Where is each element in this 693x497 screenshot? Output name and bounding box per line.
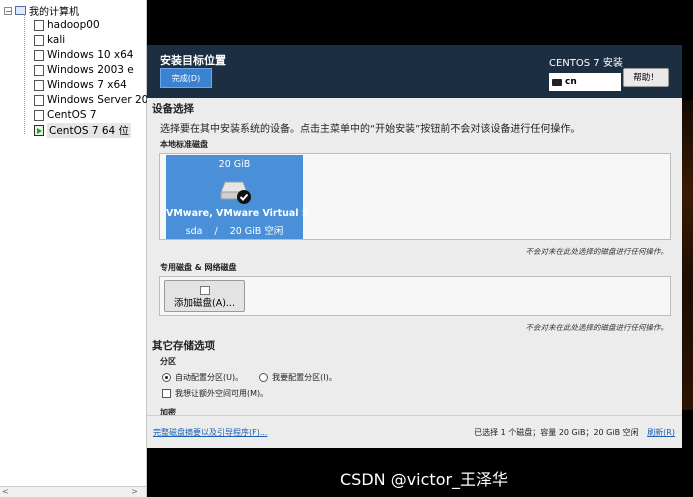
disk-device: sda (185, 226, 203, 237)
vm-icon (34, 34, 44, 46)
product-title: CENTOS 7 安装 (549, 58, 623, 69)
keyboard-layout-label: cn (565, 77, 577, 87)
local-disks-label: 本地标准磁盘 (160, 140, 208, 149)
auto-partition-label[interactable]: 自动配置分区(U)。 (175, 372, 243, 383)
scroll-right-icon[interactable]: > (131, 487, 138, 496)
disk-info: sda / 20 GiB 空闲 (166, 223, 303, 237)
vm-item-label: Windows 2003 e (47, 64, 134, 76)
other-storage-heading: 其它存储选项 (152, 340, 215, 352)
hard-disk-icon (220, 181, 251, 204)
vm-icon (34, 49, 44, 61)
special-disks-panel: 添加磁盘(A)... (159, 276, 671, 316)
disk-add-icon (199, 286, 210, 295)
vm-icon (34, 94, 44, 106)
scroll-left-icon[interactable]: < (2, 487, 9, 496)
disk-size: 20 GiB (218, 159, 251, 170)
horizontal-scrollbar[interactable]: < > (0, 486, 146, 497)
vm-running-icon (34, 124, 44, 136)
vm-icon (34, 79, 44, 91)
auto-partition-radio[interactable] (162, 373, 171, 382)
vm-item-centos7-64[interactable]: CentOS 7 64 位 (34, 122, 132, 138)
vm-item-label: Windows 10 x64 (47, 49, 134, 61)
vm-icon (34, 109, 44, 121)
desktop-background-edge (682, 100, 693, 410)
manual-partition-label[interactable]: 我要配置分区(I)。 (272, 372, 337, 383)
disk-name: VMware, VMware Virtual S (166, 208, 309, 219)
local-disks-panel: 20 GiB VMware, VMware Virtual S sda / 20… (159, 153, 671, 240)
add-disk-label: 添加磁盘(A)... (174, 298, 235, 309)
collapse-icon[interactable]: − (4, 6, 12, 15)
vm-item-label: Windows 7 x64 (47, 79, 127, 91)
vm-library-panel: − 我的计算机 hadoop00 kali Windows 10 x64 Win… (0, 0, 148, 497)
tree-root[interactable]: − 我的计算机 (4, 3, 79, 18)
page-title: 安装目标位置 (160, 54, 226, 67)
vm-item-windows10[interactable]: Windows 10 x64 (34, 48, 133, 62)
special-disks-hint: 不会对未在此处选择的磁盘进行任何操作。 (525, 323, 669, 332)
special-disks-label: 专用磁盘 & 网络磁盘 (160, 263, 237, 272)
tree-root-label: 我的计算机 (29, 7, 79, 18)
vm-item-windows2003[interactable]: Windows 2003 e (34, 63, 134, 77)
add-disk-button[interactable]: 添加磁盘(A)... (164, 280, 245, 312)
vm-item-label: hadoop00 (47, 19, 100, 31)
extra-space-checkbox[interactable] (162, 389, 171, 398)
encryption-label: 加密 (160, 408, 176, 415)
partition-options: 自动配置分区(U)。 我要配置分区(I)。 (162, 372, 337, 383)
device-selection-description: 选择要在其中安装系统的设备。点击主菜单中的“开始安装”按钮前不会对该设备进行任何… (160, 124, 581, 135)
vm-item-centos7[interactable]: CentOS 7 (34, 108, 97, 122)
disk-free: 20 GiB 空闲 (229, 226, 284, 237)
manual-partition-radio[interactable] (259, 373, 269, 382)
keyboard-layout-indicator[interactable]: cn (549, 73, 621, 91)
disk-status: 已选择 1 个磁盘；容量 20 GiB；20 GiB 空闲 刷新(R) (474, 427, 675, 438)
disk-status-text: 已选择 1 个磁盘；容量 20 GiB；20 GiB 空闲 (474, 428, 639, 437)
vm-item-label: kali (47, 34, 66, 46)
vm-item-label: CentOS 7 64 位 (47, 122, 132, 138)
disk-sda[interactable]: 20 GiB VMware, VMware Virtual S sda / 20… (166, 155, 309, 239)
vm-icon (34, 64, 44, 76)
vm-item-label: CentOS 7 (47, 109, 97, 121)
keyboard-icon (552, 78, 562, 86)
local-disks-hint: 不会对未在此处选择的磁盘进行任何操作。 (525, 247, 669, 256)
disk-separator: / (214, 226, 218, 237)
vm-item-hadoop00[interactable]: hadoop00 (34, 18, 100, 32)
extra-space-option: 我想让额外空间可用(M)。 (162, 388, 268, 399)
watermark: CSDN @victor_王泽华 (340, 470, 509, 489)
vm-console[interactable]: 安装目标位置 完成(D) CENTOS 7 安装 cn 帮助！ 设备选择 选择要… (147, 0, 693, 497)
vm-item-windows-server[interactable]: Windows Server 20 (34, 93, 148, 107)
installer-content: 设备选择 选择要在其中安装系统的设备。点击主菜单中的“开始安装”按钮前不会对该设… (147, 98, 682, 415)
disk-summary-link[interactable]: 完整磁盘摘要以及引导程序(F)... (153, 427, 267, 438)
tree-guide-line (24, 14, 26, 134)
vm-item-label: Windows Server 20 (47, 94, 149, 106)
vm-item-windows7[interactable]: Windows 7 x64 (34, 78, 127, 92)
refresh-link[interactable]: 刷新(R) (647, 428, 675, 437)
installer-footer: 完整磁盘摘要以及引导程序(F)... 已选择 1 个磁盘；容量 20 GiB；2… (147, 415, 682, 448)
installer-header: 安装目标位置 完成(D) CENTOS 7 安装 cn 帮助！ (147, 45, 682, 98)
partition-label: 分区 (160, 357, 176, 366)
vm-item-kali[interactable]: kali (34, 33, 65, 47)
extra-space-label[interactable]: 我想让额外空间可用(M)。 (175, 388, 268, 399)
vm-icon (34, 19, 44, 31)
done-button[interactable]: 完成(D) (160, 68, 212, 88)
help-button[interactable]: 帮助！ (623, 68, 669, 87)
device-selection-heading: 设备选择 (152, 103, 194, 115)
